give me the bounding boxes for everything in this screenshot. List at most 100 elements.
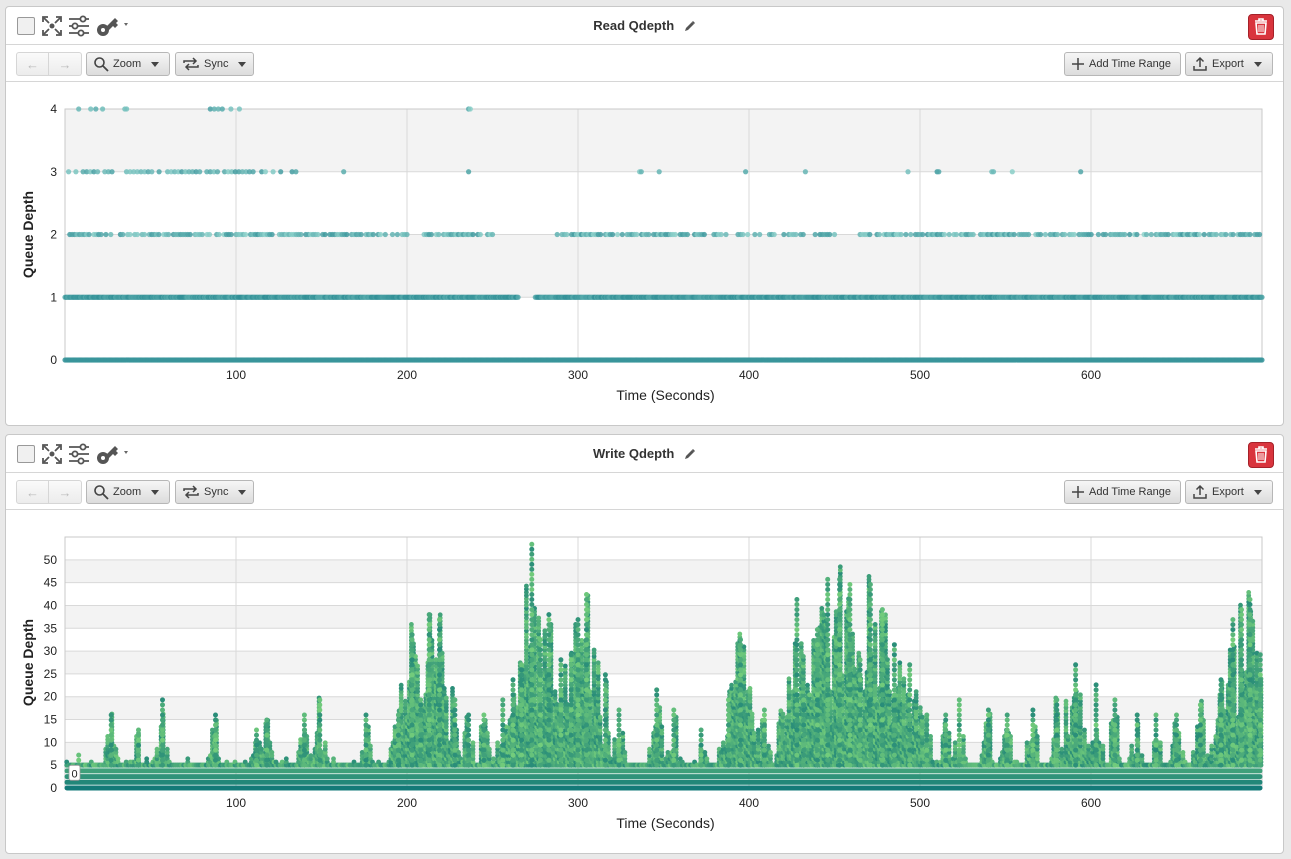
y-tick-label: 10 — [44, 735, 58, 749]
y-tick-label: 2 — [50, 228, 57, 242]
upload-icon — [1193, 56, 1207, 71]
write-data-point — [283, 756, 289, 762]
read-data-point — [394, 231, 400, 238]
back-button[interactable]: ← — [16, 52, 49, 76]
zoom-dropdown[interactable]: Zoom — [86, 480, 170, 504]
pencil-icon[interactable] — [684, 448, 696, 460]
write-data-point — [144, 756, 150, 762]
read-data-point — [634, 231, 640, 238]
x-tick-label: 600 — [1081, 796, 1101, 810]
write-data-point — [164, 746, 170, 752]
read-data-point — [614, 231, 621, 238]
read-qdepth-panel: Read Qdepth ← → Zoom Sync Add Time Range… — [5, 6, 1284, 426]
x-tick-label: 500 — [910, 796, 930, 810]
read-data-point — [404, 231, 410, 238]
sync-dropdown[interactable]: Sync — [175, 480, 254, 504]
read-data-point — [477, 231, 483, 238]
read-data-point — [908, 231, 914, 238]
read-data-point — [1230, 231, 1236, 238]
y-tick-label: 25 — [44, 667, 58, 681]
grid-band — [65, 234, 1262, 298]
sync-label: Sync — [204, 486, 229, 498]
chart-title: Write Qdepth — [6, 446, 1283, 461]
chart-title-text: Read Qdepth — [593, 18, 675, 33]
add-time-range-button[interactable]: Add Time Range — [1064, 480, 1181, 504]
write-qdepth-panel: Write Qdepth ← → Zoom Sync Add Time Rang… — [5, 434, 1284, 854]
read-data-point — [187, 231, 193, 238]
read-data-point — [269, 231, 275, 238]
x-tick-label: 100 — [226, 368, 246, 382]
x-axis-label: Time (Seconds) — [616, 815, 714, 831]
read-data-point — [134, 231, 140, 238]
read-data-point — [73, 169, 79, 175]
add-time-range-button[interactable]: Add Time Range — [1064, 52, 1181, 76]
sync-icon — [183, 57, 199, 71]
search-icon — [94, 57, 109, 72]
sync-label: Sync — [204, 58, 229, 70]
read-data-point — [920, 231, 926, 238]
delete-button[interactable] — [1248, 14, 1274, 40]
trash-icon — [1255, 18, 1267, 35]
y-tick-label: 45 — [44, 576, 58, 590]
sync-dropdown[interactable]: Sync — [175, 52, 254, 76]
read-data-point — [831, 231, 838, 238]
pencil-icon[interactable] — [684, 20, 696, 32]
read-data-point — [1213, 231, 1219, 238]
read-data-point — [515, 294, 521, 300]
read-data-point — [800, 231, 806, 238]
write-data-point — [115, 756, 121, 762]
chevron-down-icon — [1253, 489, 1262, 495]
back-button[interactable]: ← — [16, 480, 49, 504]
read-data-point — [743, 169, 749, 175]
read-data-point — [100, 106, 106, 112]
chart-title: Read Qdepth — [6, 18, 1283, 33]
y-tick-label: 5 — [50, 758, 57, 772]
delete-button[interactable] — [1248, 442, 1274, 468]
read-data-point — [812, 231, 818, 238]
chevron-down-icon — [238, 489, 247, 495]
read-data-point — [953, 231, 960, 238]
write-baseline-band — [64, 762, 1263, 791]
export-dropdown[interactable]: Export — [1185, 52, 1273, 76]
write-data-point — [402, 698, 408, 704]
read-data-point — [156, 231, 162, 238]
write-data-point — [259, 746, 265, 752]
write-qdepth-chart[interactable]: 100 200 300 400 500 60005101520253035404550Ti… — [6, 511, 1283, 853]
read-data-point — [941, 231, 948, 238]
write-data-point — [368, 743, 373, 749]
forward-button[interactable]: → — [49, 52, 82, 76]
read-data-point — [1148, 231, 1154, 238]
write-data-point — [154, 746, 160, 752]
read-data-point — [236, 106, 242, 112]
read-data-point — [1054, 231, 1061, 238]
y-axis-label: Queue Depth — [20, 619, 36, 706]
write-data-point — [524, 583, 529, 589]
read-data-point — [344, 231, 350, 238]
write-data-point — [437, 612, 443, 618]
write-data-point — [269, 750, 275, 755]
y-tick-label: 0 — [50, 781, 57, 795]
write-data-point — [324, 756, 330, 762]
read-data-point — [76, 106, 82, 112]
forward-button[interactable]: → — [49, 480, 82, 504]
zoom-dropdown[interactable]: Zoom — [86, 52, 170, 76]
read-data-point — [656, 169, 662, 175]
read-data-point — [554, 231, 560, 238]
read-data-point — [757, 231, 763, 238]
read-data-point — [206, 231, 213, 238]
read-data-point — [1071, 231, 1077, 238]
read-data-point — [1247, 231, 1253, 238]
read-qdepth-chart[interactable]: 100 200 300 400 500 60001234Time (Seconds)Que… — [6, 83, 1283, 425]
export-dropdown[interactable]: Export — [1185, 480, 1273, 504]
read-data-point — [672, 231, 678, 238]
read-data-point — [98, 231, 104, 238]
read-data-point — [1127, 231, 1133, 238]
y-tick-label: 35 — [44, 621, 58, 635]
read-data-point — [1134, 231, 1140, 238]
read-data-point — [684, 231, 691, 238]
write-data-point — [495, 740, 500, 746]
read-data-point — [598, 231, 604, 238]
read-data-point — [781, 231, 787, 238]
read-data-point — [1223, 231, 1229, 238]
y-tick-label: 3 — [50, 165, 57, 179]
